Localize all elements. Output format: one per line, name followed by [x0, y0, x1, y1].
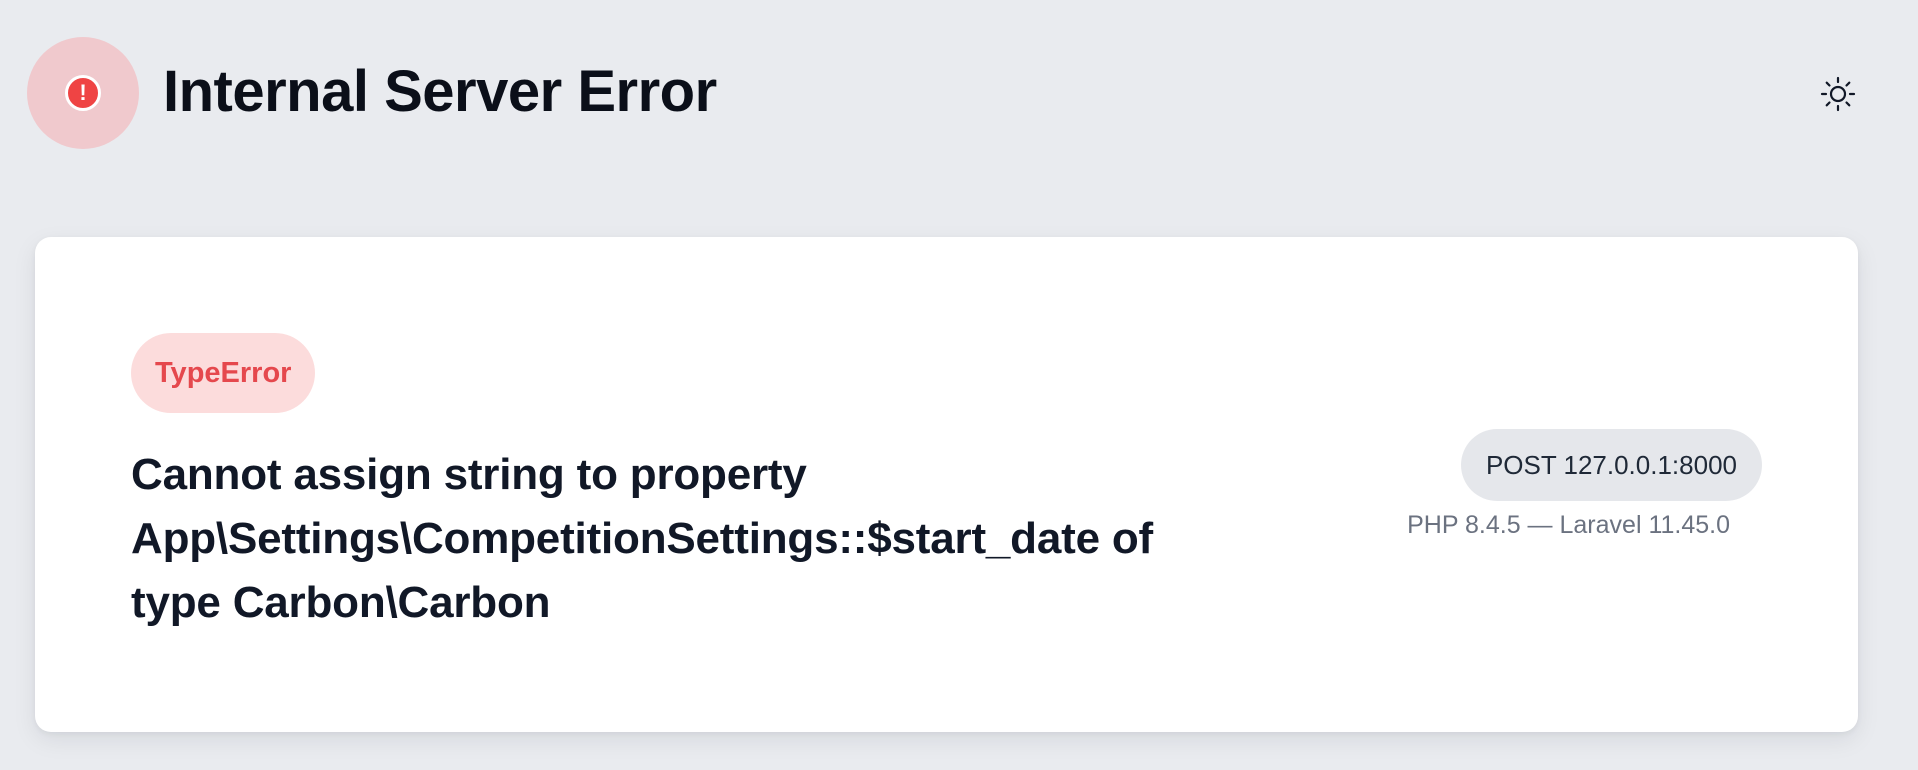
- exception-message: Cannot assign string to property App\Set…: [131, 450, 1153, 627]
- request-badge: POST 127.0.0.1:8000: [1460, 429, 1762, 501]
- error-status-badge: !: [27, 37, 139, 149]
- page-title: Internal Server Error: [163, 59, 717, 124]
- sun-icon: [1820, 76, 1856, 112]
- theme-toggle-button[interactable]: [1820, 76, 1856, 112]
- exception-type-badge: TypeError: [131, 333, 316, 413]
- page-header: ! Internal Server Error: [0, 0, 1918, 190]
- version-info: PHP 8.4.5 — Laravel 11.45.0: [1407, 511, 1730, 539]
- exclamation-icon: !: [65, 75, 101, 111]
- exception-card: TypeError Cannot assign string to proper…: [35, 237, 1858, 732]
